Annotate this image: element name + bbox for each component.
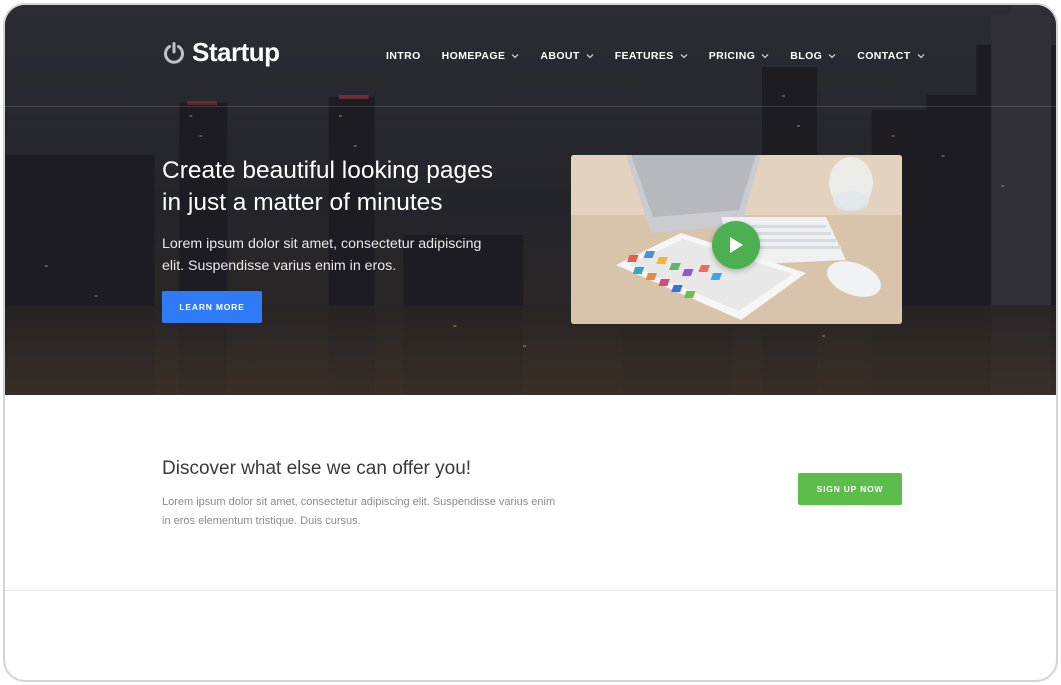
nav-item-label: INTRO bbox=[386, 50, 421, 62]
main-nav: INTRO HOMEPAGE ABOUT FEATURES PRICING BL… bbox=[386, 50, 946, 62]
nav-item-contact[interactable]: CONTACT bbox=[857, 50, 925, 62]
hero-section: Startup INTRO HOMEPAGE ABOUT FEATURES PR… bbox=[5, 5, 1056, 395]
nav-item-blog[interactable]: BLOG bbox=[790, 50, 836, 62]
chevron-down-icon bbox=[761, 54, 769, 59]
nav-item-label: ABOUT bbox=[540, 50, 580, 62]
nav-item-label: FEATURES bbox=[614, 50, 674, 62]
hero-description-line: elit. Suspendisse varius enim in eros. bbox=[162, 258, 397, 274]
nav-item-about[interactable]: ABOUT bbox=[540, 50, 594, 62]
chevron-down-icon bbox=[511, 54, 519, 59]
video-thumbnail[interactable] bbox=[571, 155, 902, 324]
play-icon bbox=[730, 237, 743, 253]
cta-title: Discover what else we can offer you! bbox=[162, 458, 472, 479]
nav-item-homepage[interactable]: HOMEPAGE bbox=[442, 50, 520, 62]
nav-item-intro[interactable]: INTRO bbox=[386, 50, 421, 62]
nav-item-features[interactable]: FEATURES bbox=[615, 50, 688, 62]
cta-description-line: Lorem ipsum dolor sit amet, consectetur … bbox=[162, 496, 556, 508]
nav-item-label: PRICING bbox=[708, 50, 756, 62]
nav-item-label: CONTACT bbox=[857, 50, 911, 62]
cta-description-line: in eros elementum tristique. Duis cursus… bbox=[162, 515, 361, 527]
play-button[interactable] bbox=[712, 221, 760, 269]
nav-item-pricing[interactable]: PRICING bbox=[709, 50, 770, 62]
page-frame: Startup INTRO HOMEPAGE ABOUT FEATURES PR… bbox=[3, 3, 1058, 682]
sign-up-button[interactable]: SIGN UP NOW bbox=[798, 473, 902, 505]
hero-description-line: Lorem ipsum dolor sit amet, consectetur … bbox=[162, 236, 482, 252]
nav-item-label: HOMEPAGE bbox=[441, 50, 506, 62]
hero-description: Lorem ipsum dolor sit amet, consectetur … bbox=[162, 233, 522, 277]
hero-title-line: in just a matter of minutes bbox=[162, 189, 443, 216]
chevron-down-icon bbox=[828, 54, 836, 59]
brand-logo[interactable]: Startup bbox=[162, 37, 280, 68]
learn-more-button[interactable]: LEARN MORE bbox=[162, 291, 262, 323]
cta-description: Lorem ipsum dolor sit amet, consectetur … bbox=[162, 493, 602, 531]
hero-title-line: Create beautiful looking pages bbox=[162, 157, 493, 184]
chevron-down-icon bbox=[917, 54, 925, 59]
cta-section: Discover what else we can offer you! Lor… bbox=[5, 395, 1056, 591]
top-navigation-bar: Startup INTRO HOMEPAGE ABOUT FEATURES PR… bbox=[5, 5, 1056, 107]
chevron-down-icon bbox=[680, 54, 688, 59]
brand-name: Startup bbox=[192, 37, 280, 67]
chevron-down-icon bbox=[586, 54, 594, 59]
hero-title: Create beautiful looking pages in just a… bbox=[162, 155, 542, 219]
nav-item-label: BLOG bbox=[790, 50, 823, 62]
power-icon bbox=[164, 41, 184, 64]
